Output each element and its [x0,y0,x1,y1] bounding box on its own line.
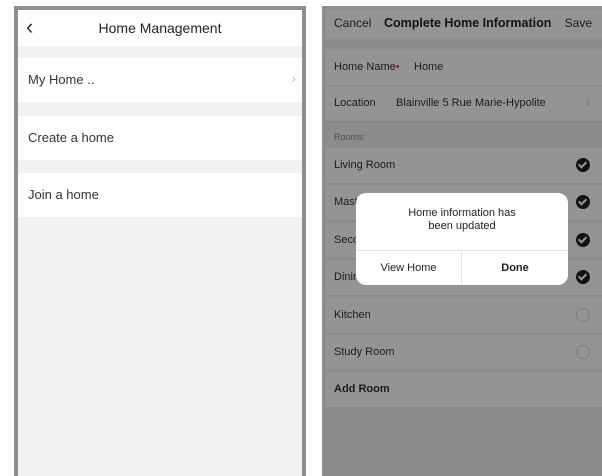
list-item-label: Create a home [28,130,114,145]
page-title: Home Management [98,20,222,36]
update-confirmation-dialog: Home information has been updated View H… [356,193,568,285]
list-item-label: My Home .. [28,72,95,87]
dialog-message-line1: Home information has [408,207,516,219]
list-item-label: Join a home [28,187,99,202]
dialog-message: Home information has been updated [356,207,568,233]
dialog-button-bar: View Home Done [356,250,568,285]
view-home-button[interactable]: View Home [356,251,462,285]
list-item-create-home[interactable]: Create a home [18,116,302,160]
done-button[interactable]: Done [462,251,568,285]
dialog-message-line2: been updated [428,220,496,232]
complete-home-info-screen: Cancel Complete Home Information Save Ho… [322,6,602,476]
nav-bar: ‹ Home Management [18,10,302,46]
home-management-screen: ‹ Home Management My Home .. › Create a … [14,6,306,476]
list-item-my-home[interactable]: My Home .. › [18,58,302,102]
list-item-join-home[interactable]: Join a home [18,173,302,217]
chevron-right-icon: › [291,70,296,86]
